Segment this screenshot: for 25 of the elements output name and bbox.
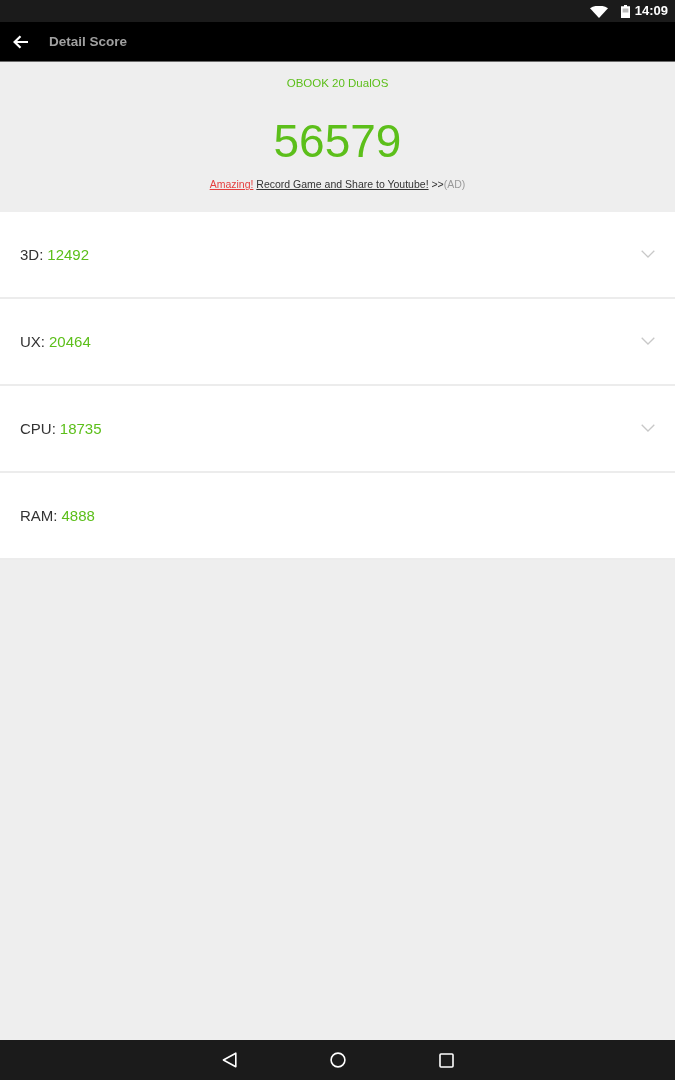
score-label: CPU: bbox=[20, 419, 56, 437]
status-time: 14:09 bbox=[634, 3, 668, 19]
promo-link[interactable]: Record Game and Share to Youtube! bbox=[256, 178, 429, 190]
wifi-icon bbox=[589, 5, 608, 18]
score-label: UX: bbox=[20, 332, 45, 350]
back-icon[interactable] bbox=[221, 1052, 237, 1068]
ad-tag: (AD) bbox=[443, 178, 466, 190]
total-score: 56579 bbox=[273, 116, 402, 166]
device-name: OBOOK 20 DualOS bbox=[286, 76, 389, 91]
promo-arrows: >> bbox=[431, 178, 444, 190]
screen-title: Detail Score bbox=[49, 32, 128, 51]
score-value: 12492 bbox=[47, 245, 90, 263]
score-row[interactable]: UX: 20464 bbox=[0, 299, 675, 386]
recents-icon[interactable] bbox=[438, 1052, 454, 1068]
promo-highlight-link[interactable]: Amazing! bbox=[209, 178, 254, 190]
score-row[interactable]: 3D: 12492 bbox=[0, 212, 675, 299]
score-label: RAM: bbox=[20, 506, 58, 524]
battery-icon bbox=[620, 4, 630, 18]
score-label: 3D: bbox=[20, 245, 44, 263]
score-value: 4888 bbox=[61, 506, 95, 524]
score-row[interactable]: CPU: 18735 bbox=[0, 386, 675, 473]
home-icon[interactable] bbox=[329, 1052, 346, 1068]
score-value: 20464 bbox=[49, 332, 91, 350]
score-value: 18735 bbox=[59, 419, 102, 437]
back-arrow-icon bbox=[13, 34, 29, 49]
